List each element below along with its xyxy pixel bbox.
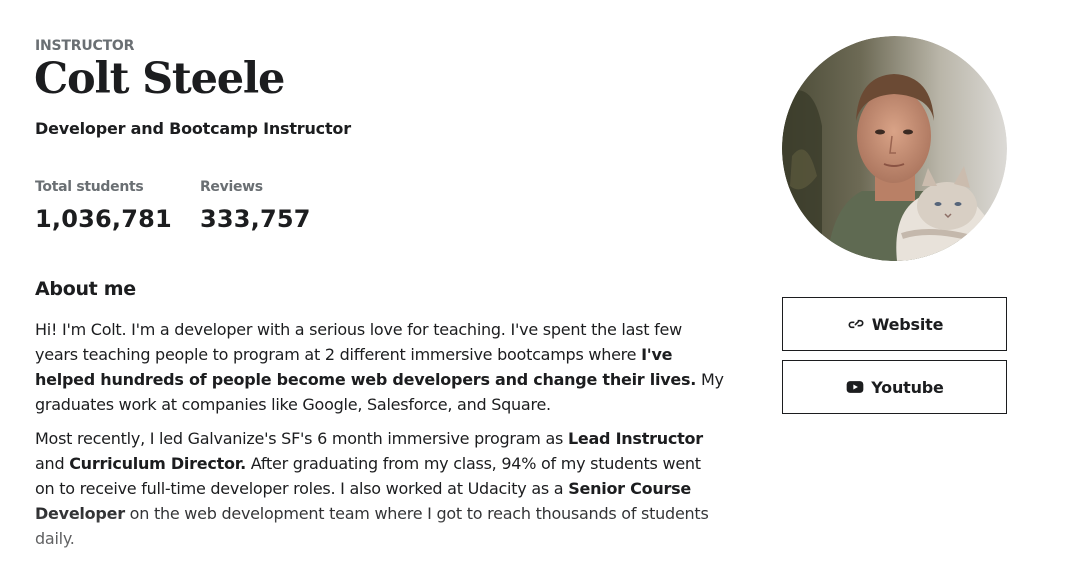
bio-text: on the web development team where I got … (35, 504, 709, 548)
bio-paragraph-1: Hi! I'm Colt. I'm a developer with a ser… (35, 317, 725, 417)
stat-label: Total students (35, 179, 144, 195)
stat-label: Reviews (199, 179, 263, 195)
stat-value: 333,757 (199, 205, 311, 233)
link-icon (846, 314, 866, 334)
youtube-button-label: Youtube (871, 377, 944, 397)
website-button[interactable]: Website (782, 297, 1007, 351)
youtube-button[interactable]: Youtube (782, 360, 1007, 414)
instructor-headline: Developer and Bootcamp Instructor (35, 119, 351, 138)
instructor-name: Colt Steele (34, 54, 285, 104)
youtube-icon (845, 377, 865, 397)
stat-total-students: Total students 1,036,781 (35, 178, 172, 233)
about-bio: Hi! I'm Colt. I'm a developer with a ser… (35, 317, 725, 551)
bio-text-bold: Lead Instructor (567, 429, 703, 448)
bio-text: and (35, 454, 70, 473)
about-heading: About me (35, 278, 136, 300)
website-button-label: Website (871, 314, 944, 334)
stat-reviews: Reviews 333,757 (200, 178, 311, 233)
stat-value: 1,036,781 (35, 205, 172, 233)
bio-text-bold: Curriculum Director. (69, 454, 246, 473)
stats-row: Total students 1,036,781 Reviews 333,757 (35, 178, 725, 233)
bio-text: Hi! I'm Colt. I'm a developer with a ser… (35, 320, 682, 364)
bio-paragraph-2: Most recently, I led Galvanize's SF's 6 … (35, 426, 725, 551)
instructor-sidebar: Website Youtube (782, 36, 1007, 414)
bio-text: Most recently, I led Galvanize's SF's 6 … (35, 429, 568, 448)
eyebrow-label: INSTRUCTOR (35, 38, 135, 54)
avatar (782, 36, 1007, 261)
instructor-header: INSTRUCTOR Colt Steele Developer and Boo… (34, 37, 725, 551)
